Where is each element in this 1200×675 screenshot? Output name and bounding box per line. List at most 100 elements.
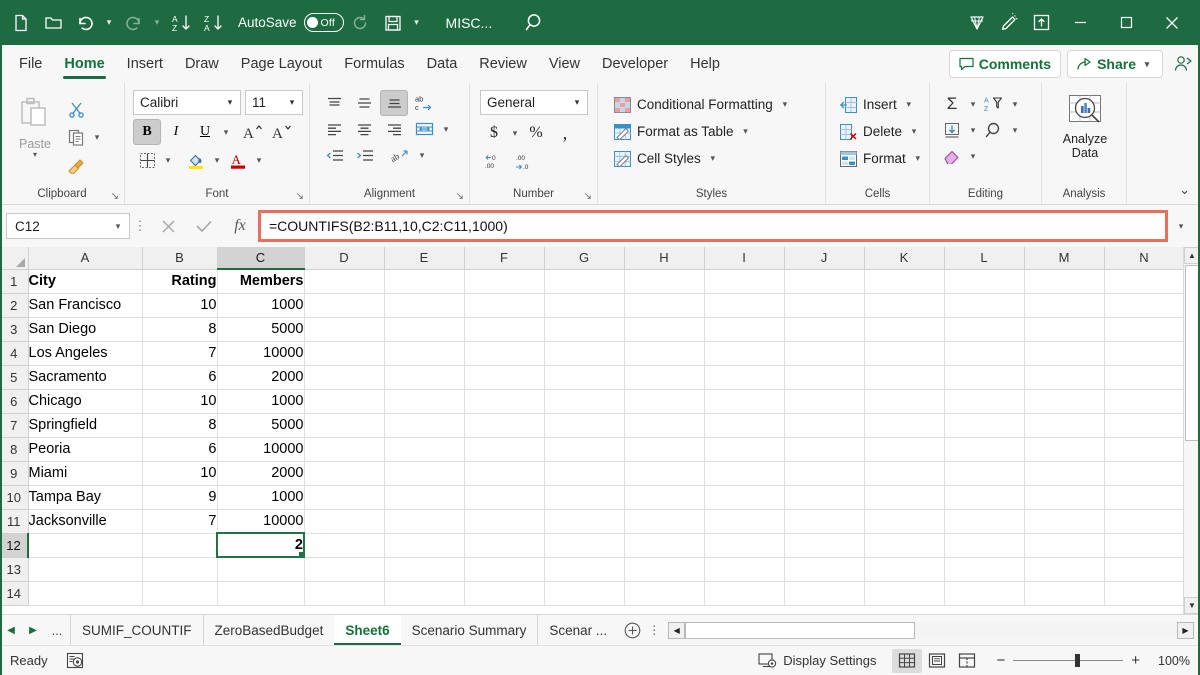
cell-L8[interactable] — [944, 437, 1025, 462]
cell-K14[interactable] — [864, 581, 945, 606]
cell-M1[interactable] — [1024, 269, 1105, 294]
cell-J14[interactable] — [784, 581, 865, 606]
row-header-11[interactable]: 11 — [0, 509, 29, 534]
delete-cells-button[interactable]: Delete ▾ — [836, 118, 924, 145]
cell-L13[interactable] — [944, 557, 1025, 582]
cell-F13[interactable] — [464, 557, 545, 582]
cell-I10[interactable] — [704, 485, 785, 510]
cell-I14[interactable] — [704, 581, 785, 606]
number-format-caret-icon[interactable]: ▾ — [571, 97, 583, 108]
cell-E14[interactable] — [384, 581, 465, 606]
cell-G12[interactable] — [544, 533, 625, 558]
cell-N9[interactable] — [1104, 461, 1185, 486]
cell-N5[interactable] — [1104, 365, 1185, 390]
sheet-overflow-indicator[interactable]: ... — [44, 615, 70, 645]
cell-E9[interactable] — [384, 461, 465, 486]
cell-D1[interactable] — [304, 269, 385, 294]
save-icon[interactable] — [378, 8, 408, 38]
share-caret-icon[interactable]: ▾ — [1141, 59, 1153, 70]
cell-M9[interactable] — [1024, 461, 1105, 486]
cell-C9[interactable]: 2000 — [217, 461, 305, 486]
cell-E4[interactable] — [384, 341, 465, 366]
ribbon-tab-page-layout[interactable]: Page Layout — [230, 45, 333, 83]
cell-L2[interactable] — [944, 293, 1025, 318]
cell-B4[interactable]: 7 — [142, 341, 218, 366]
add-sheet-button[interactable] — [618, 615, 646, 645]
row-header-1[interactable]: 1 — [0, 269, 29, 294]
cell-F1[interactable] — [464, 269, 545, 294]
cell-G4[interactable] — [544, 341, 625, 366]
font-color-caret-icon[interactable]: ▾ — [253, 155, 265, 166]
conditional-formatting-button[interactable]: Conditional Formatting ▾ — [610, 91, 795, 118]
cell-H13[interactable] — [624, 557, 705, 582]
cell-N14[interactable] — [1104, 581, 1185, 606]
cell-M8[interactable] — [1024, 437, 1105, 462]
cell-J12[interactable] — [784, 533, 865, 558]
row-header-2[interactable]: 2 — [0, 293, 29, 318]
sheet-tab-sumif-countif[interactable]: SUMIF_COUNTIF — [70, 615, 203, 645]
format-cells-caret-icon[interactable]: ▾ — [912, 153, 924, 164]
insert-cells-button[interactable]: Insert ▾ — [836, 91, 919, 118]
cell-E8[interactable] — [384, 437, 465, 462]
cell-styles-button[interactable]: Cell Styles ▾ — [610, 145, 723, 172]
cell-B8[interactable]: 6 — [142, 437, 218, 462]
clipboard-dialog-launcher[interactable]: ↘ — [111, 191, 119, 202]
cell-K1[interactable] — [864, 269, 945, 294]
sort-ascending-icon[interactable]: AZ — [166, 8, 196, 38]
increase-font-size-button[interactable]: A — [239, 119, 267, 145]
cell-G3[interactable] — [544, 317, 625, 342]
accounting-caret-icon[interactable]: ▾ — [509, 128, 521, 139]
enter-formula-icon[interactable] — [186, 213, 222, 239]
cell-E13[interactable] — [384, 557, 465, 582]
format-as-table-button[interactable]: Format as Table ▾ — [610, 118, 756, 145]
cell-I5[interactable] — [704, 365, 785, 390]
column-header-H[interactable]: H — [624, 247, 705, 270]
cell-N12[interactable] — [1104, 533, 1185, 558]
align-middle-button[interactable] — [350, 90, 378, 116]
cell-M5[interactable] — [1024, 365, 1105, 390]
redo-icon[interactable] — [118, 8, 148, 38]
cell-D8[interactable] — [304, 437, 385, 462]
cell-L12[interactable] — [944, 533, 1025, 558]
decrease-indent-button[interactable] — [320, 142, 348, 168]
formula-input[interactable]: =COUNTIFS(B2:B11,10,C2:C11,1000) — [258, 210, 1168, 242]
copy-caret-icon[interactable]: ▾ — [91, 132, 103, 143]
row-header-10[interactable]: 10 — [0, 485, 29, 510]
cell-D2[interactable] — [304, 293, 385, 318]
format-painter-button[interactable] — [62, 152, 90, 178]
cell-A10[interactable]: Tampa Bay — [28, 485, 143, 510]
select-all-corner[interactable] — [0, 247, 29, 270]
cell-K4[interactable] — [864, 341, 945, 366]
percent-format-button[interactable]: % — [522, 120, 550, 146]
cell-G13[interactable] — [544, 557, 625, 582]
align-left-button[interactable] — [320, 116, 348, 142]
autosum-button[interactable]: Σ — [938, 91, 966, 117]
cell-C11[interactable]: 10000 — [217, 509, 305, 534]
column-header-M[interactable]: M — [1024, 247, 1105, 270]
cell-F5[interactable] — [464, 365, 545, 390]
format-as-table-caret-icon[interactable]: ▾ — [740, 126, 752, 137]
cell-G5[interactable] — [544, 365, 625, 390]
fill-color-caret-icon[interactable]: ▾ — [211, 155, 223, 166]
cell-A13[interactable] — [28, 557, 143, 582]
cell-L6[interactable] — [944, 389, 1025, 414]
cell-B3[interactable]: 8 — [142, 317, 218, 342]
row-header-7[interactable]: 7 — [0, 413, 29, 438]
cell-D11[interactable] — [304, 509, 385, 534]
ribbon-tab-data[interactable]: Data — [416, 45, 469, 83]
cell-I11[interactable] — [704, 509, 785, 534]
cell-E7[interactable] — [384, 413, 465, 438]
column-header-E[interactable]: E — [384, 247, 465, 270]
ribbon-tab-view[interactable]: View — [538, 45, 591, 83]
cell-L14[interactable] — [944, 581, 1025, 606]
cell-H11[interactable] — [624, 509, 705, 534]
row-header-8[interactable]: 8 — [0, 437, 29, 462]
column-header-K[interactable]: K — [864, 247, 945, 270]
cell-C6[interactable]: 1000 — [217, 389, 305, 414]
cell-H3[interactable] — [624, 317, 705, 342]
normal-view-button[interactable] — [892, 648, 923, 673]
sheet-tab-scenario-truncated[interactable]: Scenar ... — [537, 615, 618, 645]
cell-I7[interactable] — [704, 413, 785, 438]
share-person-icon[interactable] — [1166, 45, 1200, 83]
number-dialog-launcher[interactable]: ↘ — [584, 191, 592, 202]
